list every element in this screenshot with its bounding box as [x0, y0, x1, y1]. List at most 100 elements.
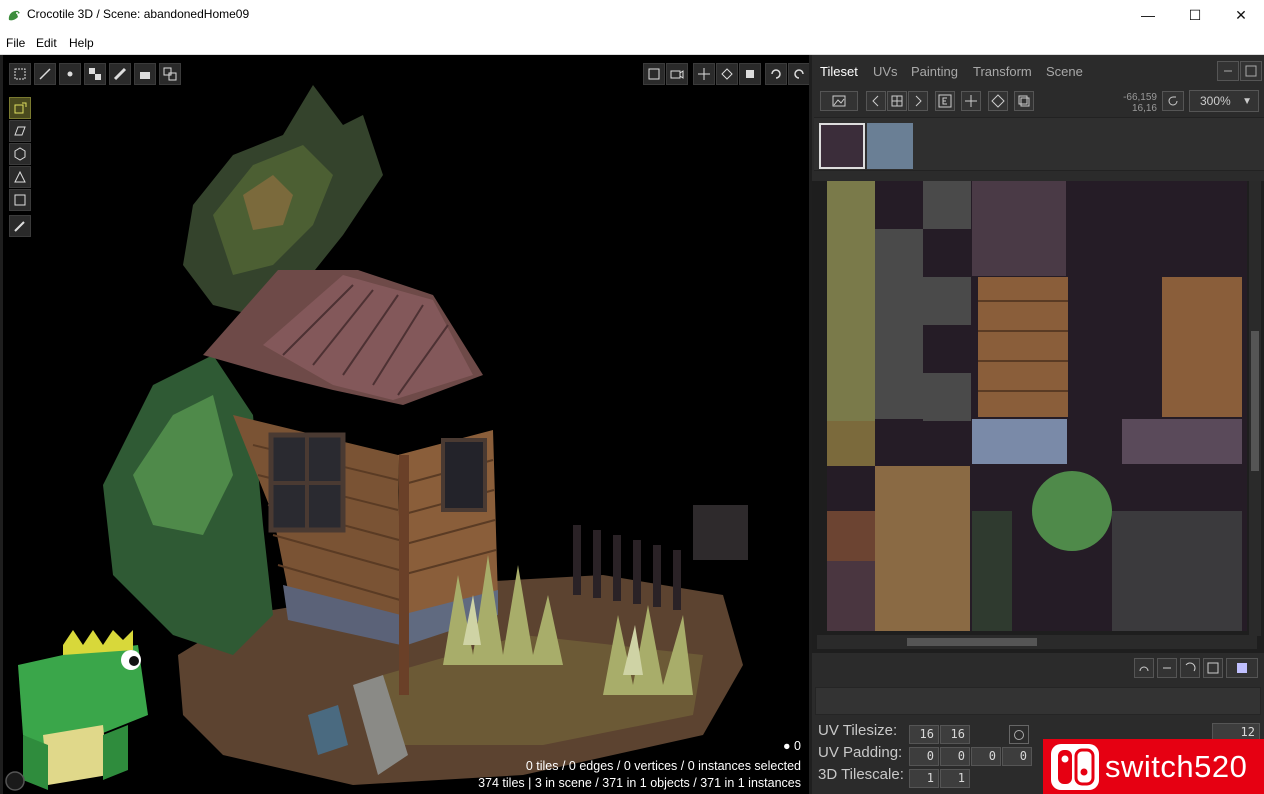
- r-icon: [1207, 662, 1219, 674]
- cube-icon: [14, 147, 26, 161]
- draw-cube-tool[interactable]: [9, 143, 31, 165]
- flip-icon: [1139, 666, 1149, 672]
- pivot-tool[interactable]: [961, 91, 981, 111]
- draw-tile-icon: [14, 102, 27, 114]
- crocotile-app-icon: [8, 10, 20, 21]
- instance-icon: [163, 67, 177, 81]
- tilescale-x-input[interactable]: 1: [909, 769, 939, 788]
- sign-board: [693, 505, 748, 560]
- fill-tool[interactable]: [134, 63, 156, 85]
- tilescale-y-input[interactable]: 1: [940, 769, 970, 788]
- panel-minimize-button[interactable]: [1217, 61, 1239, 81]
- paint-tool[interactable]: [109, 63, 131, 85]
- tileset-vertical-scrollbar[interactable]: [1249, 181, 1261, 636]
- tile-select-icon: [14, 68, 26, 80]
- prev-tileset-button[interactable]: [866, 91, 886, 111]
- edit-tileset-button[interactable]: [935, 91, 955, 111]
- tileset-image-dropdown[interactable]: [820, 91, 858, 111]
- uv-padding-top-input[interactable]: 0: [909, 747, 939, 766]
- rotate-gizmo-button[interactable]: [716, 63, 738, 85]
- tileset-horizontal-scrollbar[interactable]: [817, 635, 1257, 649]
- undo-button[interactable]: [765, 63, 787, 85]
- grid-icon: [891, 95, 903, 107]
- redo-icon: [794, 69, 804, 79]
- circle-toggle-icon: [1014, 729, 1024, 740]
- redo-button[interactable]: [788, 63, 809, 85]
- tab-transform[interactable]: Transform: [973, 64, 1032, 79]
- eyedropper-tool[interactable]: [9, 215, 31, 237]
- view-ortho-button[interactable]: [643, 63, 665, 85]
- select-vertices-tool[interactable]: [59, 63, 81, 85]
- flip-button-1[interactable]: [1134, 658, 1154, 678]
- draw-poly-tool[interactable]: [9, 166, 31, 188]
- tab-tileset[interactable]: Tileset: [820, 64, 858, 79]
- eyedropper-icon: [14, 221, 25, 232]
- maximize-button[interactable]: ☐: [1172, 0, 1218, 30]
- move-icon: [698, 68, 710, 80]
- draw-quad-tool[interactable]: [9, 120, 31, 142]
- zoom-dropdown[interactable]: 300% ▼: [1189, 90, 1259, 112]
- rotate-cw-button[interactable]: [1180, 658, 1200, 678]
- rotate-tile-button[interactable]: [988, 91, 1008, 111]
- tab-painting[interactable]: Painting: [911, 64, 958, 79]
- scale-gizmo-button[interactable]: [739, 63, 761, 85]
- zoom-value: 300%: [1200, 94, 1231, 108]
- fill-icon: [140, 72, 150, 79]
- move-gizmo-button[interactable]: [693, 63, 715, 85]
- uv-padding-right-input[interactable]: 0: [940, 747, 970, 766]
- menu-edit[interactable]: Edit: [36, 36, 57, 50]
- clock-icon: ●: [783, 739, 791, 753]
- instance-tool[interactable]: [159, 63, 181, 85]
- tileset-canvas[interactable]: [812, 181, 1264, 653]
- undo-icon: [771, 69, 781, 79]
- viewport-corner-handle: [5, 771, 25, 791]
- selection-status: 0 tiles / 0 edges / 0 vertices / 0 insta…: [525, 759, 801, 773]
- close-button[interactable]: ✕: [1218, 0, 1264, 30]
- checker-icon: [89, 68, 101, 80]
- menu-file[interactable]: File: [6, 36, 25, 50]
- square-icon: [648, 68, 660, 80]
- scene-render[interactable]: [3, 55, 809, 794]
- tileset-grid-button[interactable]: [887, 91, 907, 111]
- minimize-button[interactable]: —: [1125, 0, 1171, 30]
- downpipe: [399, 455, 409, 695]
- prefab-tool[interactable]: [9, 189, 31, 211]
- tile-overlay-button[interactable]: [1014, 91, 1034, 111]
- vertex-select-icon: [67, 71, 73, 77]
- reset-view-button[interactable]: [1162, 91, 1184, 111]
- draw-tile-tool[interactable]: [9, 97, 31, 119]
- uv-padding-label: UV Padding:: [818, 744, 903, 761]
- tileset-thumb-2[interactable]: [867, 123, 913, 169]
- flip-button-2[interactable]: [1157, 658, 1177, 678]
- select-edges-tool[interactable]: [34, 63, 56, 85]
- minimize-panel-icon: [1224, 70, 1232, 72]
- uv-tilesize-y-input[interactable]: 16: [940, 725, 970, 744]
- scene-viewport[interactable]: ● 0 0 tiles / 0 edges / 0 vertices / 0 i…: [0, 55, 809, 794]
- uv-padding-bottom-input[interactable]: 0: [971, 747, 1001, 766]
- history-count: 0: [794, 739, 801, 753]
- image-icon: [832, 95, 846, 107]
- tab-uvs[interactable]: UVs: [873, 64, 898, 79]
- checker-tool[interactable]: [84, 63, 106, 85]
- flip-horizontal-icon: [1163, 667, 1171, 669]
- tab-scene[interactable]: Scene: [1046, 64, 1083, 79]
- panel-detach-button[interactable]: [1240, 61, 1262, 81]
- grid-options-dropdown[interactable]: [1226, 658, 1258, 678]
- uv-padding-left-input[interactable]: 0: [1002, 747, 1032, 766]
- reset-tile-button[interactable]: [1203, 658, 1223, 678]
- select-tiles-tool[interactable]: [9, 63, 31, 85]
- chevron-right-icon: [915, 95, 922, 107]
- chevron-left-icon: [872, 95, 879, 107]
- edge-select-icon: [39, 68, 51, 80]
- window-title: Crocotile 3D / Scene: abandonedHome09: [27, 7, 250, 21]
- menu-bar: File Edit Help: [0, 30, 1264, 55]
- cursor-coordinates: -66,159: [1123, 92, 1157, 103]
- menu-help[interactable]: Help: [69, 36, 94, 50]
- tilescale-label: 3D Tilescale:: [818, 766, 904, 783]
- tileset-thumb-1[interactable]: [819, 123, 865, 169]
- next-tileset-button[interactable]: [908, 91, 928, 111]
- uv-tilesize-x-input[interactable]: 16: [909, 725, 939, 744]
- view-camera-button[interactable]: [666, 63, 688, 85]
- uv-lock-toggle[interactable]: [1009, 725, 1029, 744]
- switch-logo-icon: [1051, 743, 1099, 790]
